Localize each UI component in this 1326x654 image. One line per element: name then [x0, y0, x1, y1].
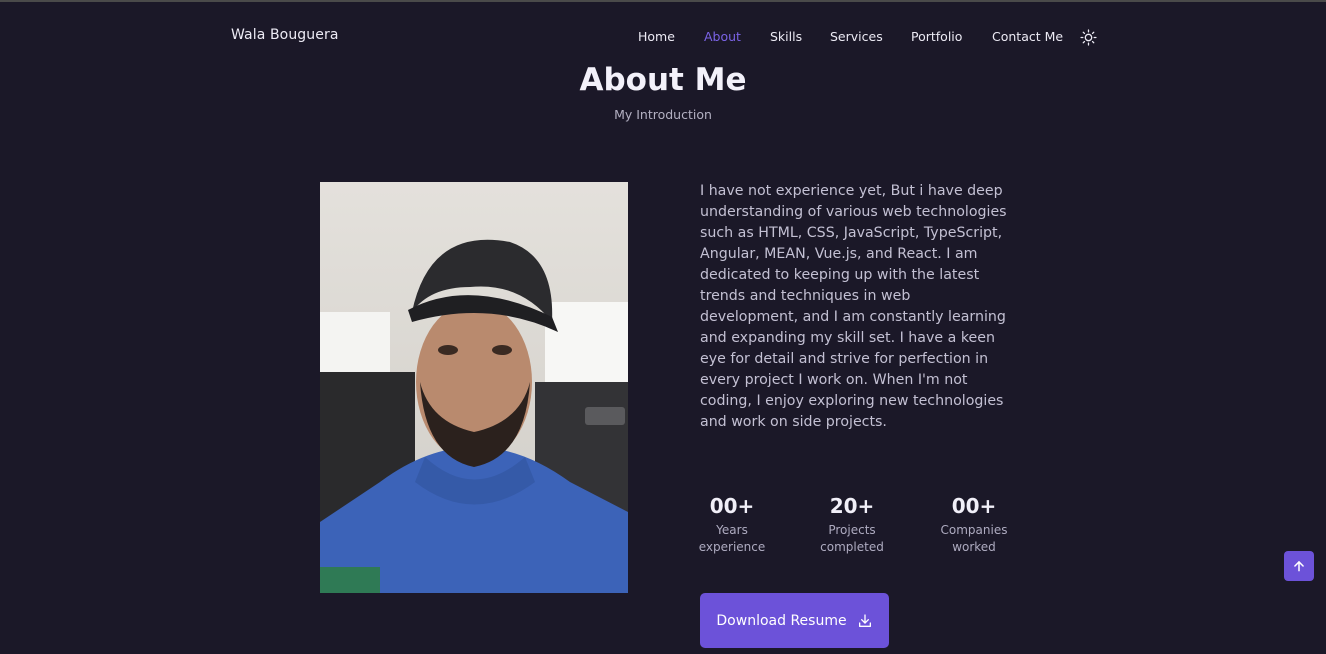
stat-label: Years experience — [698, 523, 766, 554]
nav-contact-me[interactable]: Contact Me — [992, 29, 1063, 44]
download-resume-button[interactable]: Download Resume — [700, 593, 889, 648]
nav-portfolio[interactable]: Portfolio — [911, 29, 962, 44]
stat-years-experience: 00+ Years experience — [682, 494, 782, 556]
profile-photo — [320, 182, 628, 593]
stat-value: 00+ — [709, 494, 755, 518]
stat-label: Companies worked — [940, 523, 1008, 554]
nav-services[interactable]: Services — [830, 29, 883, 44]
site-logo[interactable]: Wala Bouguera — [231, 27, 339, 43]
sun-icon[interactable] — [1080, 29, 1097, 46]
scroll-up-button[interactable] — [1284, 551, 1314, 581]
stat-value: 00+ — [951, 494, 997, 518]
section-title: About Me — [579, 62, 747, 98]
stat-projects-completed: 20+ Projects completed — [802, 494, 902, 556]
about-description: I have not experience yet, But i have de… — [700, 183, 1007, 430]
download-icon — [858, 613, 871, 627]
arrow-up-icon — [1294, 561, 1304, 572]
nav-about[interactable]: About — [704, 29, 741, 44]
nav-home[interactable]: Home — [638, 29, 675, 44]
stat-label: Projects completed — [820, 523, 884, 554]
download-resume-label: Download Resume — [716, 612, 847, 629]
site-header: Wala Bouguera Home About Skills Services… — [0, 2, 1326, 68]
nav-skills[interactable]: Skills — [770, 29, 802, 44]
stat-value: 20+ — [829, 494, 875, 518]
stat-companies-worked: 00+ Companies worked — [924, 494, 1024, 556]
section-subtitle: My Introduction — [614, 107, 712, 122]
